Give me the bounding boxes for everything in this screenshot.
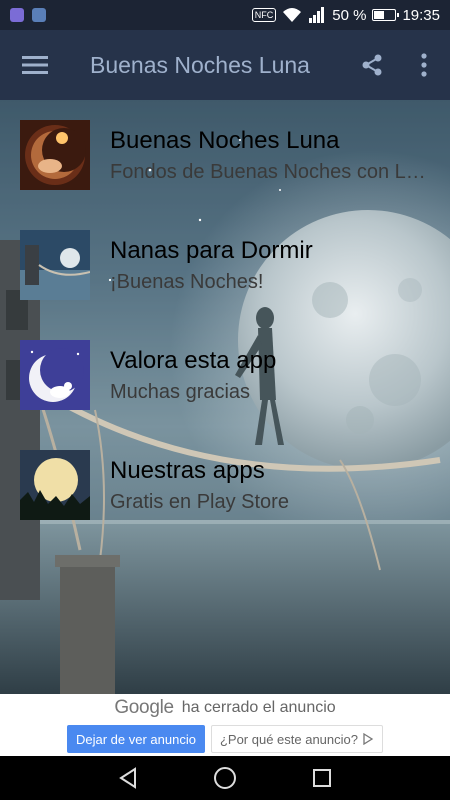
toolbar-title: Buenas Noches Luna <box>90 51 310 78</box>
crescent-bunny-thumbnail <box>20 340 90 410</box>
gallery-icon <box>10 8 24 22</box>
why-this-ad-label: ¿Por qué este anuncio? <box>219 731 358 747</box>
list-item-subtitle: ¡Buenas Noches! <box>110 270 264 293</box>
list-item-nanas-para-dormir[interactable]: Nanas para Dormir ¡Buenas Noches! <box>0 210 450 320</box>
signal-icon <box>309 7 325 23</box>
full-moon-trees-thumbnail <box>20 450 90 520</box>
more-options-button[interactable] <box>398 30 450 100</box>
battery-percent: 50 % <box>332 6 367 24</box>
system-navigation-bar <box>0 756 450 800</box>
ad-closed-message: Google ha cerrado el anuncio <box>0 694 450 722</box>
list-item-subtitle: Fondos de Buenas Noches con Luna <box>110 160 430 183</box>
google-logo: Google <box>114 697 174 718</box>
list-item-title: Nanas para Dormir <box>110 236 313 264</box>
menu-icon <box>22 56 48 74</box>
home-icon <box>213 767 236 789</box>
app-toolbar: Buenas Noches Luna <box>0 30 450 100</box>
more-vert-icon <box>421 53 427 77</box>
list-item-buenas-noches-luna[interactable]: Buenas Noches Luna Fondos de Buenas Noch… <box>0 100 450 210</box>
status-notifications <box>10 8 46 22</box>
list-item-valora-esta-app[interactable]: Valora esta app Muchas gracias <box>0 320 450 430</box>
adchoices-icon <box>363 733 374 745</box>
list-item-text: Valora esta app Muchas gracias <box>110 347 430 404</box>
list-item-subtitle: Gratis en Play Store <box>110 490 289 513</box>
menu-button[interactable] <box>0 30 70 100</box>
list-item-title: Valora esta app <box>110 346 277 374</box>
status-bar: NFC 50 % 19:35 <box>0 0 450 30</box>
recents-button[interactable] <box>300 756 344 800</box>
list-item-subtitle: Muchas gracias <box>110 380 251 403</box>
clock: 19:35 <box>402 6 440 24</box>
moon-baby-thumbnail <box>20 120 90 190</box>
night-sea-thumbnail <box>20 230 90 300</box>
ad-banner: Google ha cerrado el anuncio Dejar de ve… <box>0 694 450 756</box>
battery-icon <box>372 9 400 21</box>
list-item-text: Buenas Noches Luna Fondos de Buenas Noch… <box>110 127 430 184</box>
ad-buttons: Dejar de ver anuncio ¿Por qué este anunc… <box>0 725 450 753</box>
home-button[interactable] <box>203 756 247 800</box>
recents-icon <box>312 769 331 787</box>
ad-closed-text: ha cerrado el anuncio <box>181 699 336 716</box>
list-item-text: Nanas para Dormir ¡Buenas Noches! <box>110 237 430 294</box>
wifi-icon <box>283 8 302 22</box>
share-icon <box>362 54 382 76</box>
list-item-text: Nuestras apps Gratis en Play Store <box>110 457 430 514</box>
stop-ads-button[interactable]: Dejar de ver anuncio <box>66 725 205 753</box>
back-button[interactable] <box>106 756 150 800</box>
why-this-ad-button[interactable]: ¿Por qué este anuncio? <box>210 725 383 753</box>
list-item-nuestras-apps[interactable]: Nuestras apps Gratis en Play Store <box>0 430 450 540</box>
menu-list: Buenas Noches Luna Fondos de Buenas Noch… <box>0 100 450 540</box>
nfc-icon: NFC <box>251 8 277 22</box>
battery-fill <box>374 11 384 19</box>
status-indicators: NFC 50 % 19:35 <box>251 6 440 24</box>
app-icon <box>32 8 46 22</box>
share-button[interactable] <box>346 30 398 100</box>
list-item-title: Nuestras apps <box>110 456 265 484</box>
list-item-title: Buenas Noches Luna <box>110 126 340 154</box>
back-icon <box>119 767 137 789</box>
